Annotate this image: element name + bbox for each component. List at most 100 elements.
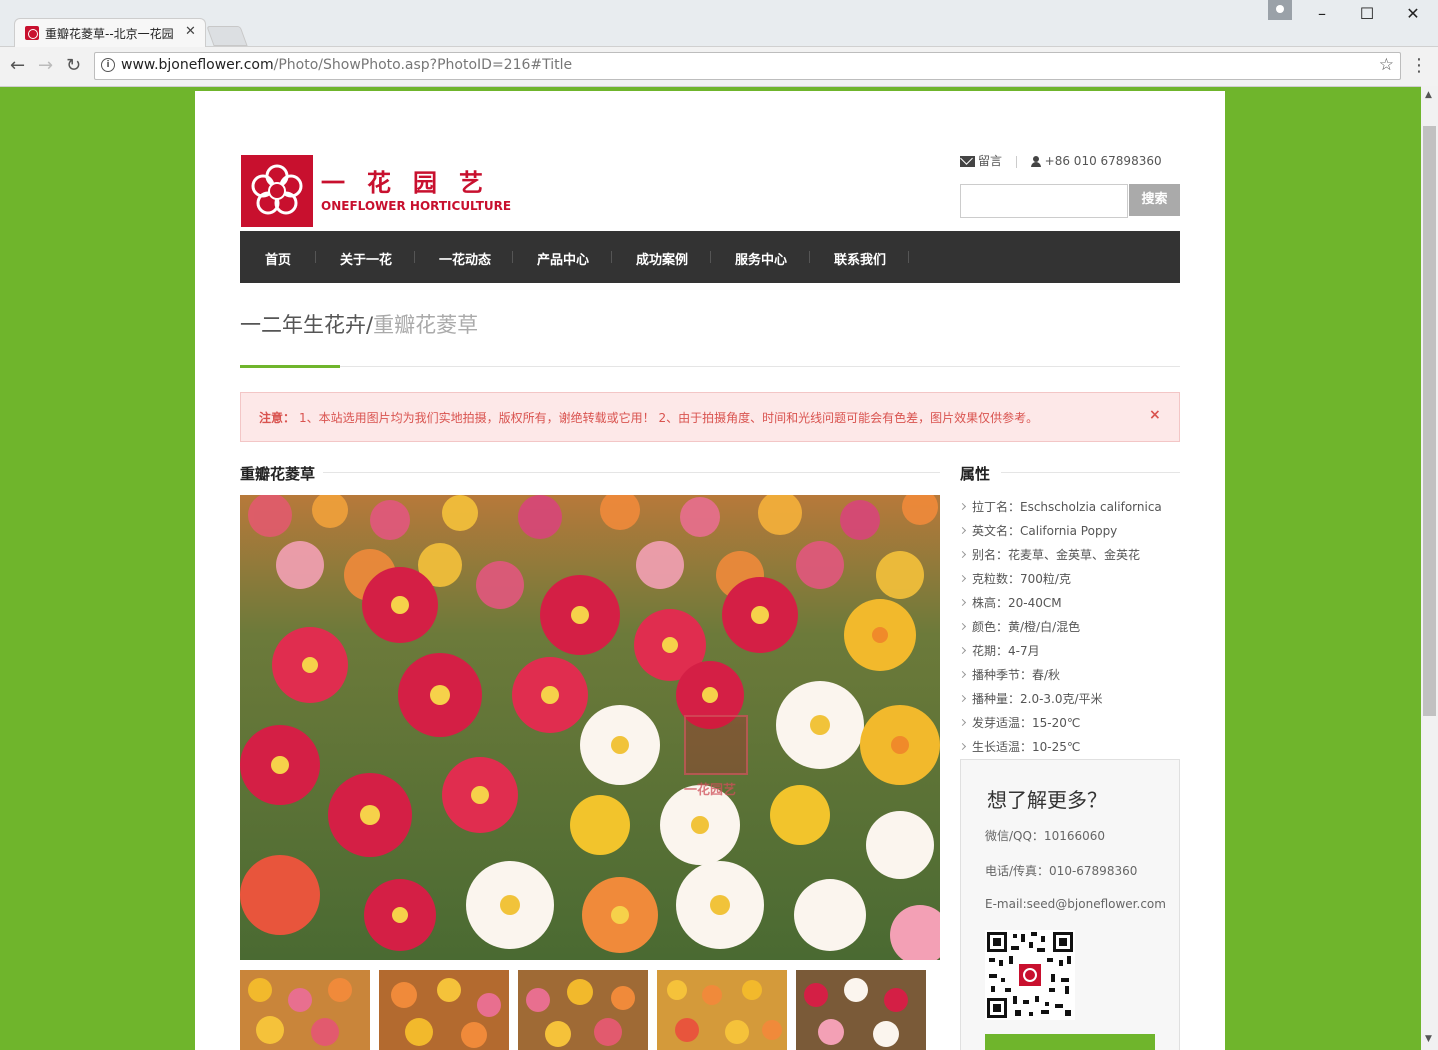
url-text: www.bjoneflower.com/Photo/ShowPhoto.asp?… [121, 57, 572, 73]
flower-photo-image [240, 495, 940, 960]
mail-icon [960, 156, 975, 167]
breadcrumb: 一二年生花卉/重瓣花菱草 [240, 309, 478, 339]
close-window-button[interactable]: ✕ [1398, 4, 1428, 24]
browser-toolbar: ← → ↻ i www.bjoneflower.com/Photo/ShowPh… [0, 47, 1438, 85]
tab-strip: 重瓣花菱草--北京一花园 ✕ – ☐ ✕ [0, 0, 1438, 47]
user-icon [1030, 156, 1041, 167]
section-divider [1001, 472, 1180, 473]
thumbnail-image [240, 970, 370, 1050]
attribute-item: 颜色：黄/橙/白/混色 [960, 615, 1180, 639]
title-divider [240, 366, 1180, 367]
photo-thumbnail[interactable] [796, 970, 926, 1050]
address-bar[interactable]: i www.bjoneflower.com/Photo/ShowPhoto.as… [94, 52, 1401, 80]
contact-email[interactable]: E-mail:seed@bjoneflower.com [985, 897, 1166, 911]
nav-divider [414, 251, 415, 263]
photo-thumbnail[interactable] [379, 970, 509, 1050]
attribute-item: 生长适温：10-25℃ [960, 735, 1180, 759]
attribute-item: 株高：20-40CM [960, 591, 1180, 615]
thumbnail-image [518, 970, 648, 1050]
section-divider [323, 472, 940, 473]
nav-item-cases[interactable]: 成功案例 [636, 249, 688, 268]
logo-chinese-text: 一花园艺 [321, 169, 505, 197]
reload-icon[interactable]: ↻ [66, 55, 81, 76]
url-host: www.bjoneflower.com [121, 57, 274, 73]
search-button[interactable]: 搜索 [1129, 184, 1180, 216]
browser-chrome: 重瓣花菱草--北京一花园 ✕ – ☐ ✕ ← → ↻ i www.bjonefl… [0, 0, 1438, 87]
back-arrow-icon[interactable]: ← [10, 55, 25, 76]
product-photo[interactable]: 一花园艺 [240, 495, 940, 960]
thumbnail-image [796, 970, 926, 1050]
divider [1015, 155, 1017, 168]
page-scrollbar[interactable]: ▲ ▼ [1421, 86, 1438, 1050]
attribute-item: 拉丁名：Eschscholzia californica [960, 495, 1180, 519]
top-links: 留言 +86 010 67898360 [960, 152, 1162, 169]
watermark-logo-icon [684, 715, 748, 775]
qr-code-icon [985, 930, 1075, 1020]
nav-divider [710, 251, 711, 263]
scroll-down-icon[interactable]: ▼ [1425, 1034, 1432, 1044]
nav-item-news[interactable]: 一花动态 [439, 249, 491, 268]
photo-thumbnail[interactable] [518, 970, 648, 1050]
breadcrumb-current: 重瓣花菱草 [373, 313, 479, 337]
thumbnail-image [657, 970, 787, 1050]
attribute-item: 克粒数：700粒/克 [960, 567, 1180, 591]
nav-item-service[interactable]: 服务中心 [735, 249, 787, 268]
contact-wechat: 微信/QQ：10166060 [985, 829, 1106, 843]
nav-item-products[interactable]: 产品中心 [537, 249, 589, 268]
nav-divider [512, 251, 513, 263]
contact-box: 想了解更多？ 微信/QQ：10166060 电话/传真：010-67898360… [960, 759, 1180, 1050]
message-link[interactable]: 留言 [978, 154, 1002, 168]
contact-phone: 电话/传真：010-67898360 [985, 864, 1138, 878]
logo-english-text: ONEFLOWER HORTICULTURE [321, 199, 512, 213]
minimize-button[interactable]: – [1307, 4, 1337, 24]
breadcrumb-parent[interactable]: 一二年生花卉 [240, 313, 366, 337]
thumbnail-image [379, 970, 509, 1050]
info-icon[interactable]: i [101, 58, 115, 72]
close-icon[interactable]: × [1149, 407, 1161, 423]
favicon-icon [25, 26, 39, 40]
nav-item-home[interactable]: 首页 [265, 249, 291, 268]
attribute-item: 别名：花麦草、金英草、金英花 [960, 543, 1180, 567]
scroll-up-icon[interactable]: ▲ [1425, 90, 1432, 100]
search-input[interactable] [960, 184, 1128, 218]
title-accent-bar [240, 365, 340, 368]
notice-label: 注意： [259, 411, 296, 425]
watermark-text: 一花园艺 [684, 783, 737, 798]
attribute-item: 英文名：California Poppy [960, 519, 1180, 543]
logo-mark[interactable] [241, 155, 313, 227]
nav-divider [908, 251, 909, 263]
photo-thumbnail[interactable] [657, 970, 787, 1050]
attribute-item: 发芽适温：15-20℃ [960, 711, 1180, 735]
nav-item-contact[interactable]: 联系我们 [834, 249, 886, 268]
attribute-list: 拉丁名：Eschscholzia californica 英文名：Califor… [960, 495, 1180, 759]
nav-divider [809, 251, 810, 263]
product-title: 重瓣花菱草 [240, 465, 316, 483]
attribute-item: 花期：4-7月 [960, 639, 1180, 663]
photo-thumbnail[interactable] [240, 970, 370, 1050]
browser-tab[interactable]: 重瓣花菱草--北京一花园 ✕ [14, 18, 206, 47]
url-path: /Photo/ShowPhoto.asp?PhotoID=216#Title [273, 57, 573, 73]
contact-button[interactable] [985, 1034, 1155, 1050]
profile-icon[interactable] [1268, 0, 1292, 20]
bookmark-star-icon[interactable]: ☆ [1379, 55, 1394, 75]
maximize-button[interactable]: ☐ [1352, 4, 1382, 24]
forward-arrow-icon[interactable]: → [38, 55, 53, 76]
new-tab-button[interactable] [206, 26, 248, 46]
nav-divider [611, 251, 612, 263]
tab-title: 重瓣花菱草--北京一花园 [45, 27, 174, 41]
attribute-item: 播种季节：春/秋 [960, 663, 1180, 687]
close-tab-icon[interactable]: ✕ [185, 24, 196, 39]
browser-menu-icon[interactable]: ⋮ [1410, 55, 1428, 76]
phone-number: +86 010 67898360 [1044, 154, 1162, 168]
main-nav: 首页 关于一花 一花动态 产品中心 成功案例 服务中心 联系我们 [240, 231, 1180, 283]
attribute-item: 播种量：2.0-3.0克/平米 [960, 687, 1180, 711]
flower-logo-icon [251, 164, 303, 215]
notice-alert: 注意： 1、本站选用图片均为我们实地拍摄，版权所有，谢绝转载或它用！ 2、由于拍… [240, 392, 1180, 442]
contact-title: 想了解更多？ [987, 788, 1107, 812]
page-container: 一花园艺 ONEFLOWER HORTICULTURE 留言 +86 010 6… [195, 91, 1225, 1050]
attributes-title: 属性 [960, 465, 991, 483]
scrollbar-thumb[interactable] [1423, 126, 1436, 716]
nav-item-about[interactable]: 关于一花 [340, 249, 392, 268]
notice-text: 1、本站选用图片均为我们实地拍摄，版权所有，谢绝转载或它用！ 2、由于拍摄角度、… [299, 411, 1039, 425]
nav-divider [315, 251, 316, 263]
